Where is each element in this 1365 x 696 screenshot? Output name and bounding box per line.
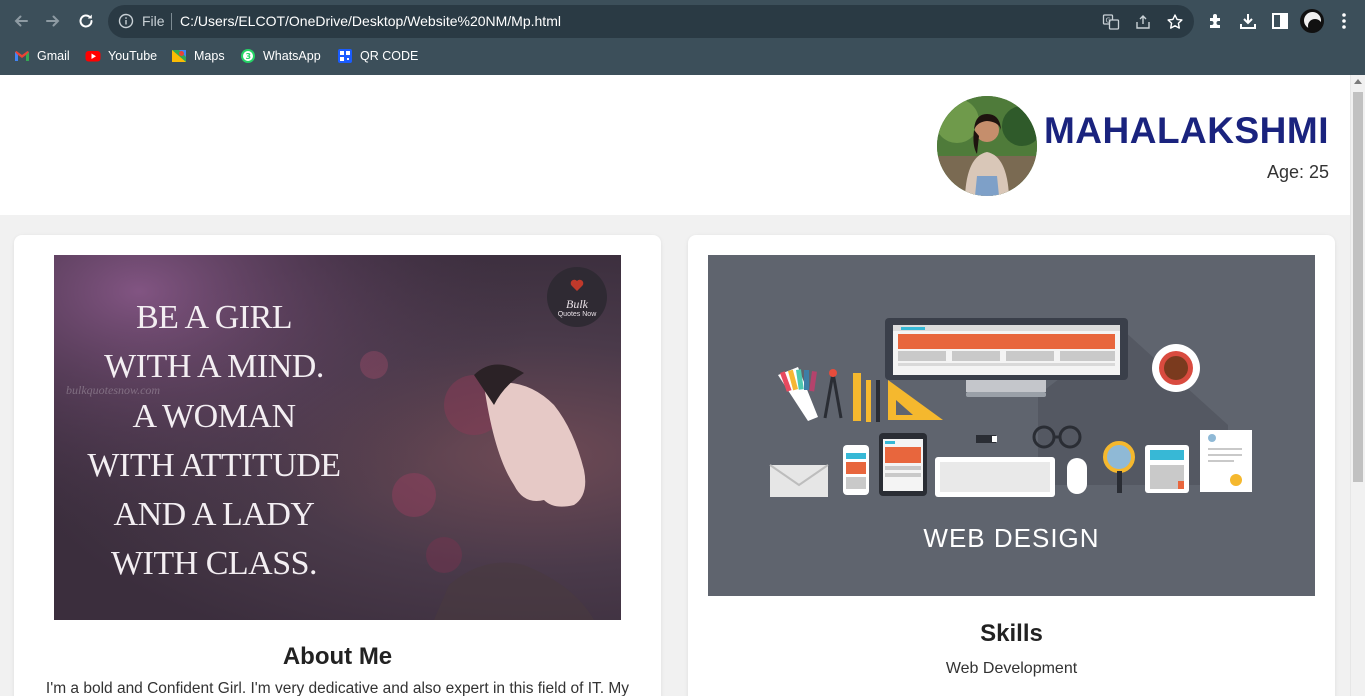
profile-photo-image — [937, 96, 1037, 196]
browser-toolbar: File C:/Users/ELCOT/OneDrive/Desktop/Web… — [0, 0, 1365, 42]
web-design-image: WEB DESIGN — [708, 255, 1315, 596]
quote-line-2: WITH A MIND. — [104, 348, 324, 385]
reload-button[interactable] — [74, 9, 98, 33]
share-icon[interactable] — [1134, 13, 1152, 31]
bookmarks-bar: Gmail YouTube Maps 3 WhatsApp QR CODE — [0, 42, 1365, 70]
quote-line-5: AND A LADY — [113, 496, 315, 533]
scrollbar-thumb[interactable] — [1353, 92, 1363, 482]
browser-chrome: File C:/Users/ELCOT/OneDrive/Desktop/Web… — [0, 0, 1365, 75]
heart-icon — [570, 279, 584, 291]
side-panel-icon[interactable] — [1270, 11, 1290, 31]
forward-button[interactable] — [41, 9, 65, 33]
arrow-right-icon — [46, 15, 60, 27]
bookmark-label: QR CODE — [360, 49, 419, 63]
reload-icon — [79, 14, 93, 28]
quote-brand-top: Bulk — [566, 297, 588, 311]
svg-text:3: 3 — [246, 52, 252, 61]
translate-icon[interactable]: G — [1102, 13, 1120, 31]
bookmark-gmail[interactable]: Gmail — [14, 47, 70, 65]
qr-code-icon — [338, 49, 352, 63]
bookmark-youtube[interactable]: YouTube — [85, 47, 157, 65]
profile-name: MAHALAKSHMI — [1043, 110, 1329, 151]
quote-image: bulkquotesnow.com BE A GIRL WITH A MIND.… — [54, 255, 621, 620]
download-icon[interactable] — [1238, 11, 1258, 31]
profile-photo — [937, 96, 1037, 196]
quote-brand-logo: Bulk Quotes Now — [547, 267, 607, 327]
profile-avatar-shade — [1308, 19, 1322, 33]
skills-card: WEB DESIGN Skills Web Development — [688, 235, 1335, 696]
omnibox-divider — [171, 13, 172, 30]
quote-line-3: A WOMAN — [132, 398, 296, 435]
about-title: About Me — [282, 643, 393, 670]
svg-text:G: G — [1106, 17, 1111, 25]
address-bar[interactable]: File C:/Users/ELCOT/OneDrive/Desktop/Web… — [108, 5, 1194, 38]
web-design-caption: WEB DESIGN — [923, 523, 1100, 553]
quote-line-6: WITH CLASS. — [110, 545, 318, 582]
bookmark-whatsapp[interactable]: 3 WhatsApp — [240, 47, 321, 65]
bookmark-label: WhatsApp — [263, 49, 321, 63]
profile-header: MAHALAKSHMI Age: 25 — [0, 75, 1350, 215]
url-text[interactable]: C:/Users/ELCOT/OneDrive/Desktop/Website%… — [180, 13, 561, 29]
about-text: I'm a bold and Confident Girl. I'm very … — [45, 680, 630, 696]
quote-brand-bottom: Quotes Now — [557, 311, 597, 318]
bookmark-star-icon[interactable] — [1166, 13, 1184, 31]
page-scrollbar[interactable] — [1350, 75, 1365, 696]
page-viewport: MAHALAKSHMI Age: 25 bulkquotesnow.com BE… — [0, 75, 1350, 696]
info-icon[interactable] — [118, 13, 134, 29]
quote-line-4: WITH ATTITUDE — [87, 447, 341, 484]
quote-line-1: BE A GIRL — [135, 299, 293, 336]
bookmark-maps[interactable]: Maps — [171, 47, 225, 65]
profile-avatar[interactable] — [1300, 9, 1324, 33]
bookmark-label: Maps — [194, 49, 225, 63]
bookmark-label: YouTube — [108, 49, 158, 63]
kebab-menu-icon[interactable] — [1334, 11, 1354, 31]
gmail-icon — [15, 51, 29, 61]
bookmark-label: Gmail — [37, 49, 70, 63]
arrow-left-icon — [14, 15, 28, 27]
youtube-icon — [85, 51, 101, 62]
about-card: bulkquotesnow.com BE A GIRL WITH A MIND.… — [14, 235, 661, 696]
back-button[interactable] — [9, 9, 33, 33]
skills-title: Skills — [980, 620, 1043, 647]
skills-text: Web Development — [945, 660, 1078, 677]
extensions-icon[interactable] — [1206, 11, 1226, 31]
bookmark-qr-code[interactable]: QR CODE — [337, 47, 418, 65]
url-scheme-label: File — [142, 13, 165, 29]
whatsapp-icon: 3 — [241, 49, 255, 63]
profile-age: Age: 25 — [1266, 162, 1329, 182]
scroll-up-arrow-icon[interactable] — [1354, 79, 1362, 84]
maps-icon — [172, 50, 186, 62]
